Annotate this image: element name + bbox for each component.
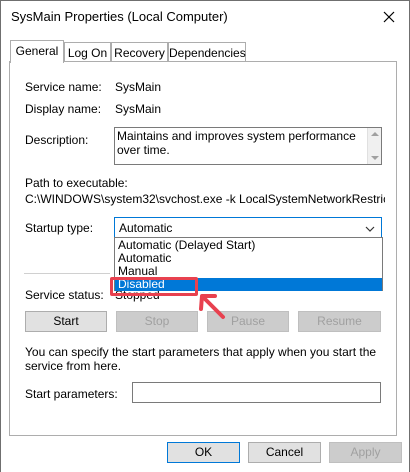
description-text: Maintains and improves system performanc…	[117, 129, 356, 157]
apply-button[interactable]: Apply	[329, 442, 402, 463]
path-value: C:\WINDOWS\system32\svchost.exe -k Local…	[25, 192, 385, 206]
startup-type-label: Startup type:	[25, 221, 94, 235]
separator	[24, 273, 110, 274]
startup-type-combo[interactable]: Automatic	[114, 217, 382, 238]
description-box[interactable]: Maintains and improves system performanc…	[114, 127, 382, 165]
tab-recovery[interactable]: Recovery	[111, 42, 168, 62]
start-params-hint: You can specify the start parameters tha…	[25, 345, 377, 373]
display-name-label: Display name:	[25, 102, 102, 116]
startup-type-value: Automatic	[119, 221, 173, 235]
chevron-down-icon[interactable]	[365, 223, 375, 233]
description-label: Description:	[25, 133, 89, 147]
tab-log-on[interactable]: Log On	[64, 42, 111, 62]
resume-button[interactable]: Resume	[298, 311, 381, 332]
service-status-label: Service status:	[25, 288, 104, 302]
start-params-input[interactable]	[132, 382, 381, 403]
start-params-label: Start parameters:	[25, 387, 118, 401]
annotation-highlight	[110, 277, 198, 296]
path-label: Path to executable:	[25, 176, 128, 190]
start-button[interactable]: Start	[25, 311, 107, 332]
title-bar: SysMain Properties (Local Computer)	[1, 1, 409, 33]
service-name-value: SysMain	[115, 80, 162, 94]
close-icon[interactable]	[375, 4, 403, 30]
tab-dependencies[interactable]: Dependencies	[168, 42, 246, 62]
cancel-button[interactable]: Cancel	[248, 442, 321, 463]
properties-dialog: SysMain Properties (Local Computer) Gene…	[0, 0, 410, 472]
service-name-label: Service name:	[25, 80, 102, 94]
window-title: SysMain Properties (Local Computer)	[11, 9, 228, 24]
ok-button[interactable]: OK	[167, 442, 240, 463]
scroll-up-icon[interactable]	[371, 132, 379, 136]
tab-general[interactable]: General	[10, 40, 64, 63]
annotation-arrow-icon	[199, 294, 225, 319]
description-scrollbar[interactable]	[367, 128, 381, 164]
scroll-down-icon[interactable]	[371, 156, 379, 160]
display-name-value: SysMain	[115, 102, 162, 116]
stop-button[interactable]: Stop	[116, 311, 198, 332]
